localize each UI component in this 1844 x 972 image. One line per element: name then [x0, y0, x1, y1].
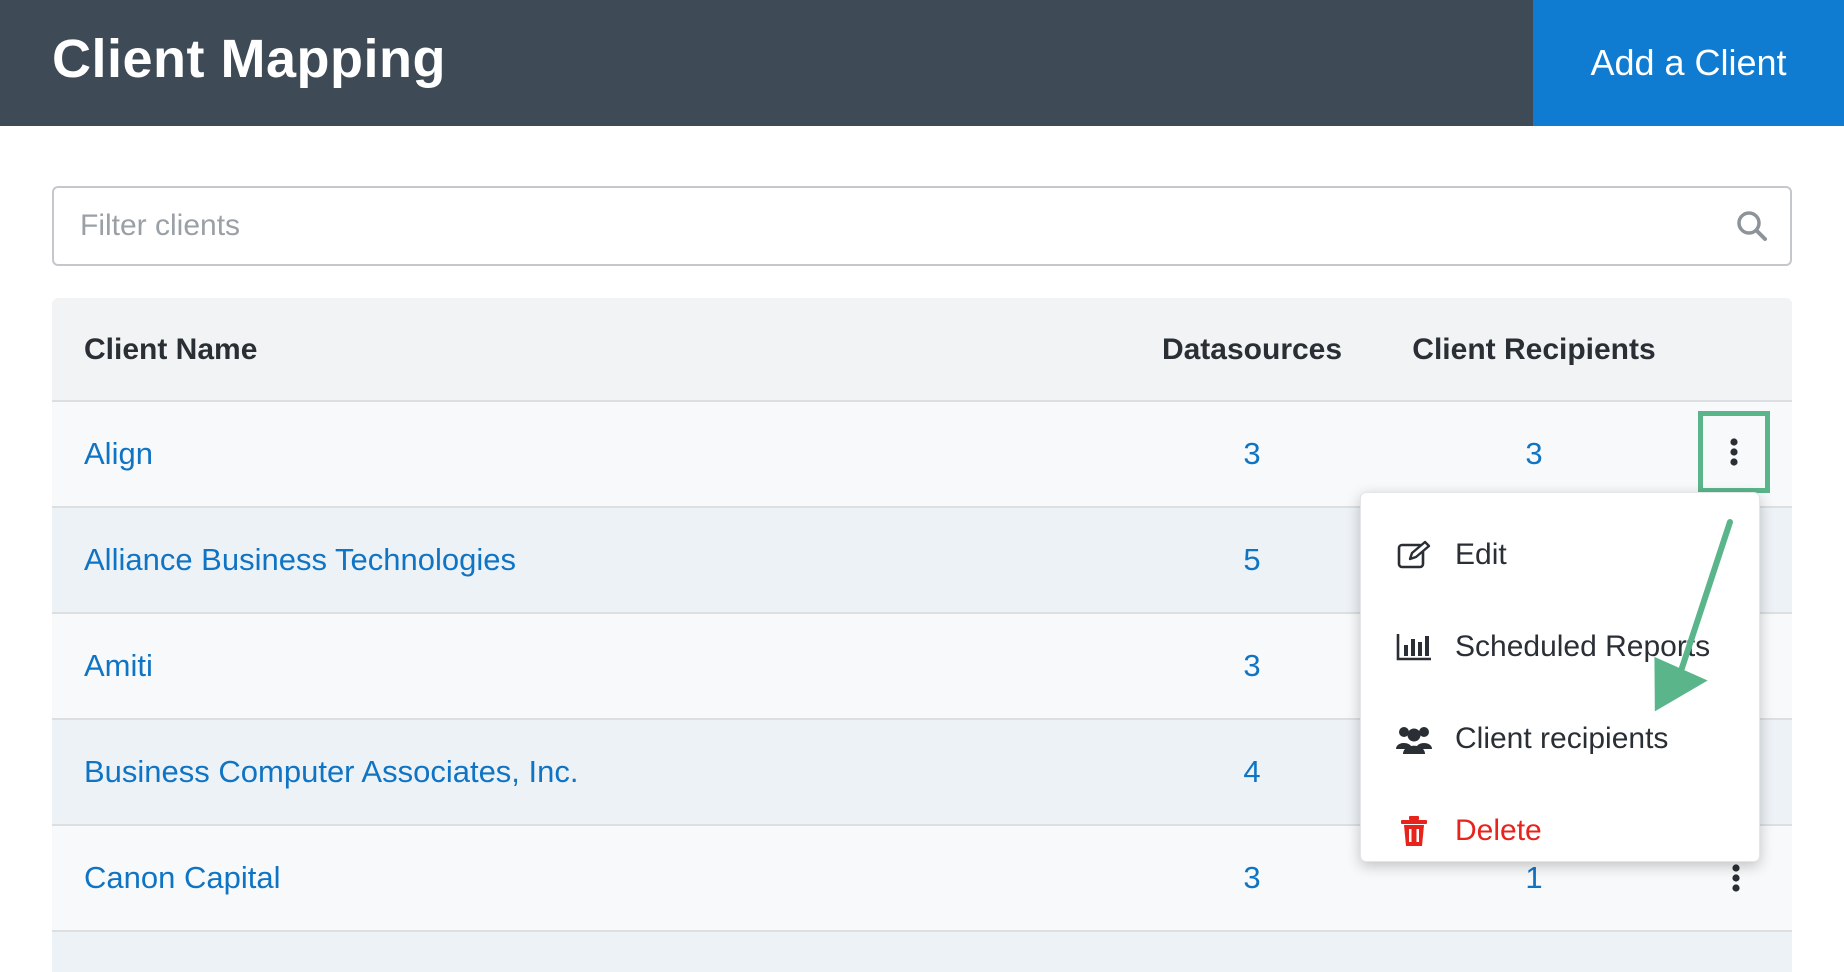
table-header: Client Name Datasources Client Recipient… — [52, 298, 1792, 402]
menu-item-label: Client recipients — [1455, 722, 1669, 755]
row-actions-menu: Edit Scheduled Reports Client recipients… — [1360, 492, 1760, 862]
table-row — [52, 932, 1792, 972]
column-header-client-name[interactable]: Client Name — [84, 298, 257, 402]
menu-item-label: Scheduled Reports — [1455, 630, 1711, 663]
datasources-count-link[interactable]: 5 — [1172, 508, 1332, 612]
search-input[interactable] — [80, 188, 1720, 264]
menu-item-scheduled-reports[interactable]: Scheduled Reports — [1361, 607, 1761, 687]
page-header: Client Mapping Add a Client — [0, 0, 1844, 126]
trash-icon — [1395, 812, 1433, 850]
datasources-count-link[interactable]: 3 — [1172, 402, 1332, 506]
bar-chart-icon — [1395, 628, 1433, 666]
menu-item-delete[interactable]: Delete — [1361, 791, 1761, 871]
datasources-count-link[interactable]: 3 — [1172, 614, 1332, 718]
datasources-count-link[interactable]: 3 — [1172, 826, 1332, 930]
row-actions-button[interactable] — [1698, 411, 1770, 493]
menu-item-label: Delete — [1455, 814, 1542, 847]
edit-icon — [1395, 536, 1433, 574]
column-header-datasources[interactable]: Datasources — [1162, 298, 1342, 402]
page-title: Client Mapping — [52, 29, 446, 89]
kebab-menu-icon — [1730, 438, 1738, 466]
client-name-link[interactable]: Canon Capital — [84, 826, 280, 930]
users-icon — [1395, 720, 1433, 758]
filter-clients-search[interactable] — [52, 186, 1792, 266]
add-client-button[interactable]: Add a Client — [1533, 0, 1844, 126]
menu-item-label: Edit — [1455, 538, 1507, 571]
client-name-link[interactable]: Amiti — [84, 614, 153, 718]
menu-item-client-recipients[interactable]: Client recipients — [1361, 699, 1761, 779]
search-icon[interactable] — [1734, 208, 1770, 244]
datasources-count-link[interactable]: 4 — [1172, 720, 1332, 824]
client-name-link[interactable]: Alliance Business Technologies — [84, 508, 516, 612]
recipients-count-link[interactable]: 3 — [1444, 402, 1624, 506]
column-header-client-recipients[interactable]: Client Recipients — [1404, 298, 1664, 402]
client-name-link[interactable]: Align — [84, 402, 153, 506]
client-name-link[interactable]: Business Computer Associates, Inc. — [84, 720, 579, 824]
menu-item-edit[interactable]: Edit — [1361, 515, 1761, 595]
